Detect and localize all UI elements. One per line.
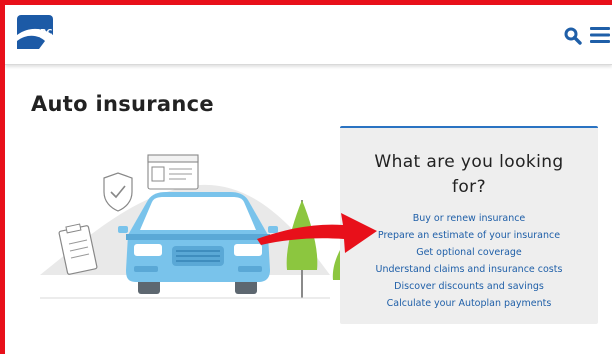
panel-title-line2: for? (452, 177, 486, 197)
panel-title: What are you looking for? (340, 150, 598, 200)
id-card-icon (147, 154, 199, 190)
hamburger-menu-icon[interactable] (590, 26, 610, 44)
search-icon[interactable] (564, 27, 582, 45)
shield-icon (103, 172, 133, 212)
page-title: Auto insurance (31, 92, 214, 116)
link-discover-discounts[interactable]: Discover discounts and savings (340, 278, 598, 295)
annotation-arrow (255, 195, 385, 265)
logo-text: ICBC (31, 28, 53, 37)
site-header: ICBC (5, 5, 612, 65)
panel-title-line1: What are you looking (374, 152, 564, 172)
icbc-logo[interactable]: ICBC (17, 15, 53, 49)
link-calculate-autoplan[interactable]: Calculate your Autoplan payments (340, 295, 598, 312)
